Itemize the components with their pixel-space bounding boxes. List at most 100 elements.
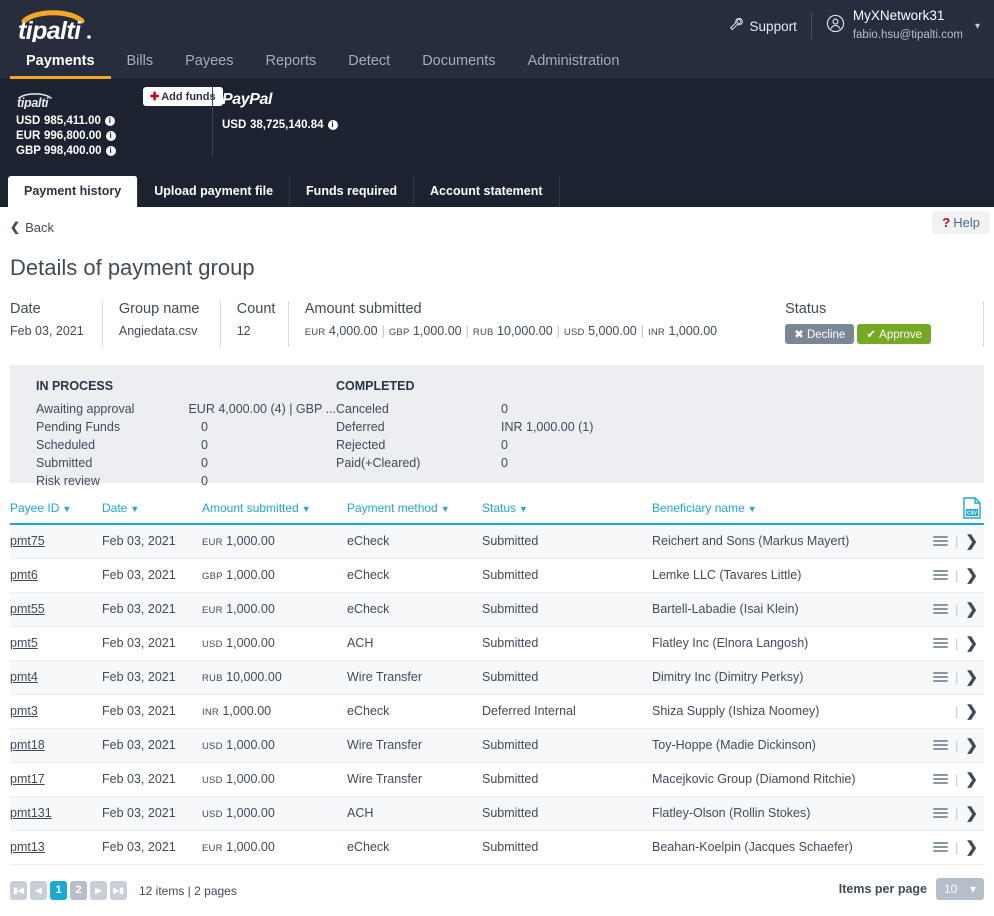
add-funds-button[interactable]: ✚ Add funds (143, 87, 223, 106)
first-page-button[interactable]: ▮◀ (10, 881, 27, 900)
payee-id-link[interactable]: pmt18 (10, 738, 45, 752)
table-row[interactable]: pmt13 Feb 03, 2021 EUR 1,000.00 eCheck S… (10, 830, 984, 865)
row-menu-icon[interactable] (933, 772, 949, 786)
col-label: Amount submitted (202, 501, 299, 515)
col-date[interactable]: Date ▼ (102, 501, 202, 525)
nav-item-bills[interactable]: Bills (111, 48, 170, 79)
page-button-2[interactable]: 2 (70, 881, 87, 900)
row-menu-icon[interactable] (933, 738, 949, 752)
payee-id-link[interactable]: pmt3 (10, 704, 38, 718)
svg-text:tipalti: tipalti (17, 96, 49, 109)
info-icon[interactable]: i (105, 131, 116, 141)
nav-item-administration[interactable]: Administration (512, 48, 636, 79)
tipalti-logo[interactable]: tipalti (16, 8, 121, 42)
row-menu-icon[interactable] (933, 534, 949, 548)
row-menu-icon[interactable] (933, 602, 949, 616)
sort-icon[interactable]: ▼ (519, 504, 528, 514)
sort-icon[interactable]: ▼ (130, 504, 139, 514)
decline-button[interactable]: ✖ Decline (785, 324, 855, 344)
table-row[interactable]: pmt5 Feb 03, 2021 USD 1,000.00 ACH Submi… (10, 626, 984, 661)
expand-row-icon[interactable]: ❯ (965, 532, 978, 550)
row-menu-icon[interactable] (933, 568, 949, 582)
user-avatar-icon (826, 14, 845, 38)
prev-page-button[interactable]: ◀ (30, 881, 47, 900)
cell-actions: | ❯ (922, 592, 984, 627)
expand-row-icon[interactable]: ❯ (965, 668, 978, 686)
payee-id-link[interactable]: pmt131 (10, 806, 52, 820)
expand-row-icon[interactable]: ❯ (965, 838, 978, 856)
payee-id-link[interactable]: pmt75 (10, 534, 45, 548)
col-amount-submitted[interactable]: Amount submitted ▼ (202, 501, 347, 525)
table-row[interactable]: pmt131 Feb 03, 2021 USD 1,000.00 ACH Sub… (10, 796, 984, 831)
support-button[interactable]: Support (729, 17, 797, 35)
next-page-button[interactable]: ▶ (90, 881, 107, 900)
sort-icon[interactable]: ▼ (748, 504, 757, 514)
expand-row-icon[interactable]: ❯ (965, 736, 978, 754)
tab-account-statement[interactable]: Account statement (414, 176, 560, 207)
col-payment-method[interactable]: Payment method ▼ (347, 501, 482, 525)
cell-beneficiary: Bartell-Labadie (Isai Klein) (652, 592, 922, 627)
tab-payment-history[interactable]: Payment history (8, 176, 139, 207)
items-per-page-select[interactable]: 10 ▾ (936, 877, 984, 900)
status-value: 0 (501, 438, 508, 452)
payee-id-link[interactable]: pmt17 (10, 772, 45, 786)
nav-item-detect[interactable]: Detect (332, 48, 406, 79)
csv-export-icon[interactable]: CSV (962, 497, 982, 524)
info-icon[interactable]: i (327, 120, 338, 130)
last-page-button[interactable]: ▶▮ (110, 881, 127, 900)
main-nav: Payments Bills Payees Reports Detect Doc… (10, 48, 635, 79)
balance-currency: EUR (16, 130, 41, 142)
nav-item-payees[interactable]: Payees (169, 48, 249, 79)
table-row[interactable]: pmt55 Feb 03, 2021 EUR 1,000.00 eCheck S… (10, 592, 984, 627)
sort-icon[interactable]: ▼ (441, 504, 450, 514)
table-row[interactable]: pmt17 Feb 03, 2021 USD 1,000.00 Wire Tra… (10, 762, 984, 797)
approve-button[interactable]: ✔ Approve (857, 324, 931, 344)
chevron-down-icon[interactable]: ▾ (975, 21, 980, 32)
info-icon[interactable]: i (104, 116, 115, 126)
payee-id-link[interactable]: pmt13 (10, 840, 45, 854)
summary-label: Status (785, 301, 827, 317)
back-link[interactable]: ❮ Back (10, 220, 54, 235)
tab-upload-payment-file[interactable]: Upload payment file (138, 176, 291, 207)
row-menu-icon[interactable] (933, 670, 949, 684)
col-beneficiary-name[interactable]: Beneficiary name ▼ (652, 501, 922, 525)
expand-row-icon[interactable]: ❯ (965, 600, 978, 618)
nav-item-documents[interactable]: Documents (406, 48, 511, 79)
account-name: MyXNetwork31 (852, 7, 945, 23)
payee-id-link[interactable]: pmt4 (10, 670, 38, 684)
help-button[interactable]: ? Help (932, 211, 990, 234)
sort-icon[interactable]: ▼ (62, 504, 71, 514)
payee-id-link[interactable]: pmt55 (10, 602, 45, 616)
amount-currency: USD (202, 639, 223, 650)
account-menu[interactable]: MyXNetwork31 fabio.hsu@tipalti.com ▾ (826, 8, 980, 45)
nav-item-payments[interactable]: Payments (10, 48, 111, 79)
cell-actions: | ❯ (922, 762, 984, 797)
tab-label: Payment history (24, 184, 122, 198)
table-row[interactable]: pmt75 Feb 03, 2021 EUR 1,000.00 eCheck S… (10, 524, 984, 559)
cell-payee-id: pmt3 (10, 694, 102, 729)
expand-row-icon[interactable]: ❯ (965, 566, 978, 584)
expand-row-icon[interactable]: ❯ (965, 770, 978, 788)
sort-icon[interactable]: ▼ (302, 504, 311, 514)
table-row[interactable]: pmt4 Feb 03, 2021 RUB 10,000.00 Wire Tra… (10, 660, 984, 695)
payee-id-link[interactable]: pmt5 (10, 636, 38, 650)
row-menu-icon[interactable] (933, 636, 949, 650)
tab-funds-required[interactable]: Funds required (290, 176, 415, 207)
table-row[interactable]: pmt3 Feb 03, 2021 INR 1,000.00 eCheck De… (10, 694, 984, 729)
row-menu-icon[interactable] (933, 840, 949, 854)
expand-row-icon[interactable]: ❯ (965, 804, 978, 822)
table-row[interactable]: pmt18 Feb 03, 2021 USD 1,000.00 Wire Tra… (10, 728, 984, 763)
row-menu-icon[interactable] (933, 806, 949, 820)
table-row[interactable]: pmt6 Feb 03, 2021 GBP 1,000.00 eCheck Su… (10, 558, 984, 593)
col-status[interactable]: Status ▼ (482, 501, 652, 525)
page-button-1[interactable]: 1 (50, 881, 67, 900)
info-icon[interactable]: i (105, 146, 116, 156)
divider (212, 87, 213, 157)
cell-method: eCheck (347, 592, 482, 627)
page-number: 2 (75, 884, 82, 896)
expand-row-icon[interactable]: ❯ (965, 634, 978, 652)
nav-item-reports[interactable]: Reports (249, 48, 332, 79)
payee-id-link[interactable]: pmt6 (10, 568, 38, 582)
expand-row-icon[interactable]: ❯ (965, 702, 978, 720)
col-payee-id[interactable]: Payee ID ▼ (10, 501, 102, 525)
